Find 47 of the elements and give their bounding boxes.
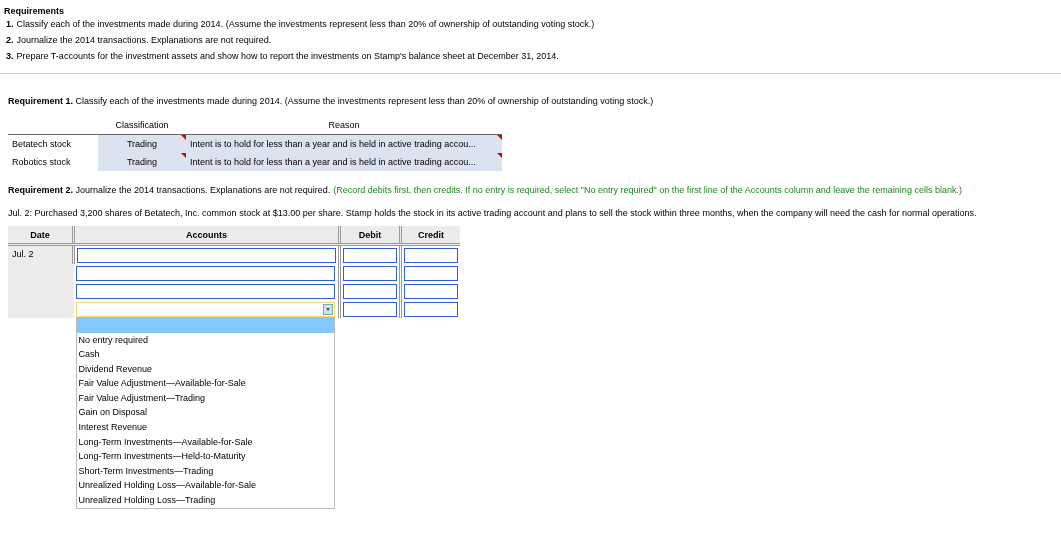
dropdown-option[interactable]: No entry required — [76, 332, 334, 348]
requirement-heading: Requirement 2. Journalize the 2014 transactions. Explanations are not required. — [8, 185, 331, 195]
requirement-text: Journalize the 2014 transactions. Explanations are not required. — [16, 35, 272, 46]
column-header: Date — [8, 226, 74, 245]
dropdown-option[interactable]: Interest Revenue — [76, 420, 334, 435]
requirement-number: 1. — [6, 19, 14, 30]
debit-field[interactable] — [343, 283, 397, 299]
account-field[interactable] — [75, 283, 335, 299]
requirement-text: Prepare T-accounts for the investment assets and show how to report the investments on Stamp's balance sheet at December 31, 2014. — [16, 51, 559, 62]
credit-field[interactable] — [404, 301, 458, 317]
requirements-title: Requirements — [4, 6, 65, 16]
dropdown-option[interactable]: Cash — [76, 347, 334, 362]
dropdown-option[interactable]: Fair Value Adjustment—Trading — [76, 390, 334, 406]
dropdown-option[interactable]: Long-Term Investments—Held-to-Maturity — [76, 449, 334, 464]
requirement-number: 3. — [6, 51, 14, 62]
dropdown-option[interactable]: Unrealized Holding Loss—Available-for-Sale — [76, 478, 334, 494]
dropdown-option[interactable]: Short-Term Investments—Trading — [76, 463, 334, 479]
column-header: Reason — [186, 116, 502, 135]
debit-field[interactable] — [343, 265, 397, 281]
flag-icon — [497, 153, 502, 158]
requirement-number: 2. — [6, 35, 14, 46]
dropdown-option[interactable]: Gain on Disposal — [76, 405, 334, 421]
credit-field[interactable] — [404, 283, 458, 299]
credit-field[interactable] — [404, 247, 458, 263]
account-field[interactable] — [77, 247, 336, 263]
dropdown-option[interactable]: Long-Term Investments—Available-for-Sale — [76, 434, 334, 450]
flag-icon — [497, 135, 502, 140]
transaction-text: Jul. 2: Purchased 3,200 shares of Betatech, Inc. common stock at $13.00 per share. Stamp holds the stock in its active trading account and plans to sell the stock within three months, when the company will need the cash for normal operations. — [8, 208, 978, 218]
classification-cell[interactable]: Trading — [98, 153, 186, 171]
debit-field[interactable] — [343, 247, 397, 263]
row-label: Betatech stock — [8, 134, 98, 153]
column-header: Debit — [339, 226, 401, 245]
account-field[interactable] — [75, 265, 335, 281]
column-header: Classification — [98, 116, 186, 135]
debit-field[interactable] — [343, 301, 397, 317]
dropdown-option[interactable]: Fair Value Adjustment—Available-for-Sale — [76, 376, 334, 391]
date-cell: Jul. 2 — [12, 249, 34, 259]
dropdown-option[interactable]: Unrealized Holding Loss—Trading — [76, 493, 334, 508]
dropdown-option[interactable]: Dividend Revenue — [76, 361, 334, 377]
requirement-heading: Requirement 1. Classify each of the investments made during 2014. (Assume the investments represent less than 20% of ownership of outstanding voting stock.) — [8, 96, 655, 106]
credit-field[interactable] — [404, 265, 458, 281]
row-label: Robotics stock — [8, 153, 98, 171]
column-header: Credit — [400, 226, 460, 245]
column-header: Accounts — [73, 226, 340, 245]
instruction-text: (Record debits first, then credits. If no entry is required, select "No entry required" on the first line of the Accounts column and leave the remaining cells blank.) — [333, 185, 962, 195]
reason-cell[interactable]: Intent is to hold for less than a year and is held in active trading accou... — [186, 153, 502, 171]
requirement-text: Classify each of the investments made during 2014. (Assume the investments represent less than 20% of ownership of outstanding voting stock.) — [16, 19, 595, 30]
